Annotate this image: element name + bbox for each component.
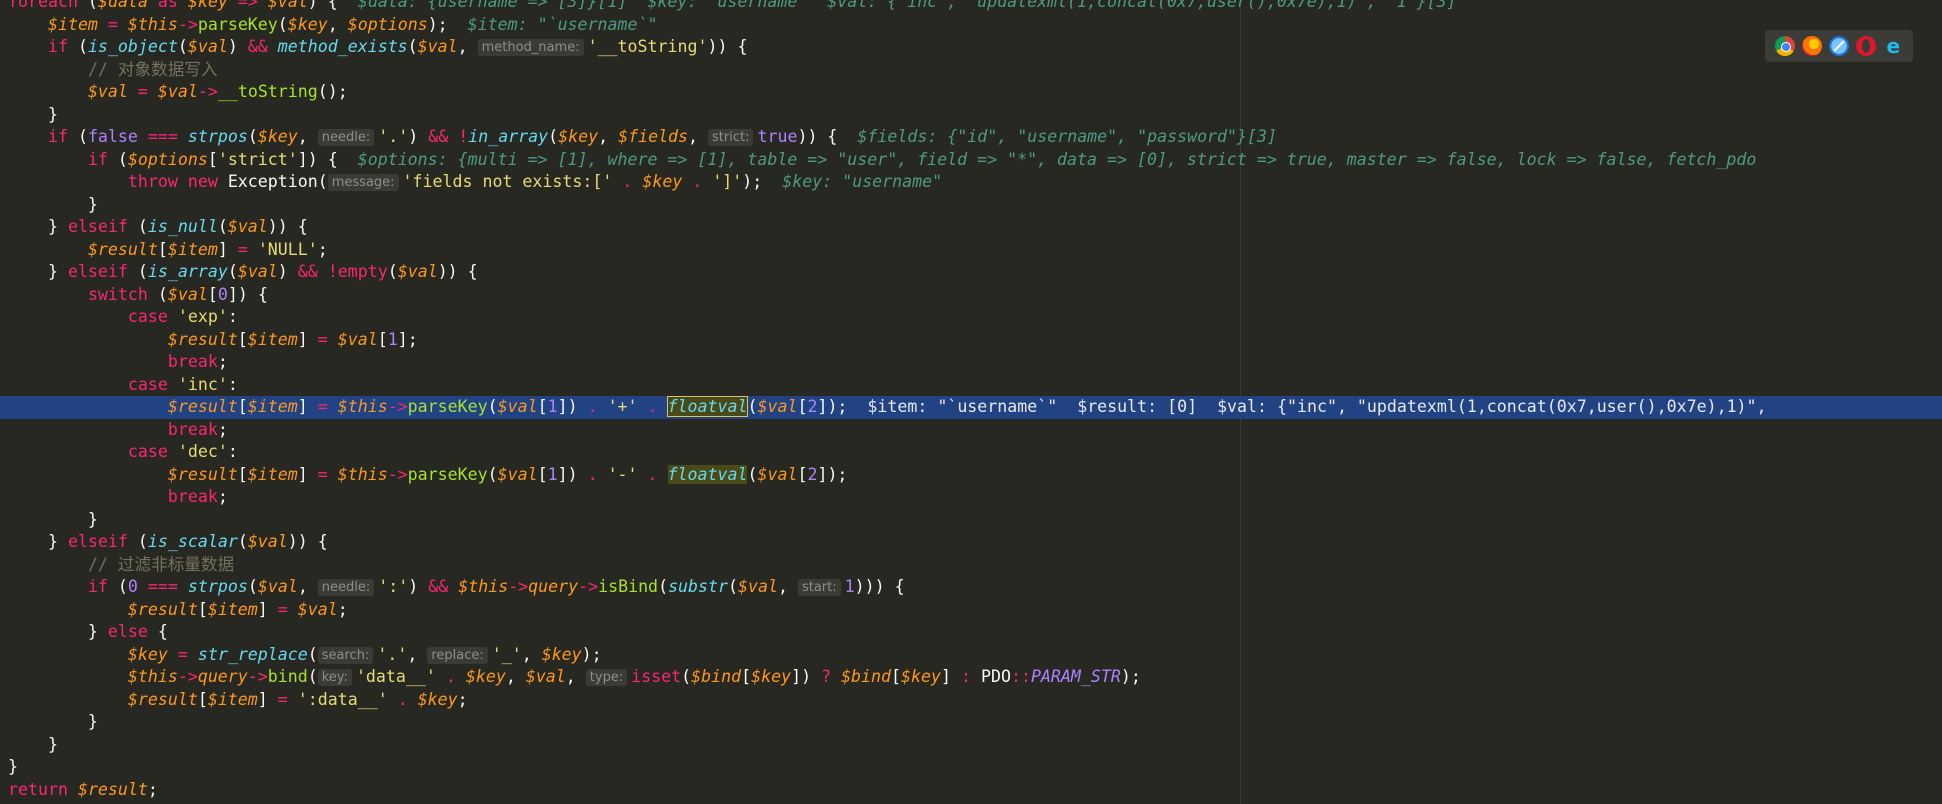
code-line: $result[$item] = $val;: [127, 599, 348, 619]
debug-inline-value: $key: "username": [782, 172, 943, 191]
parameter-hint: method_name:: [477, 39, 584, 56]
code-line: foreach ($data as $key => $val) { $data:…: [0, 0, 1942, 14]
code-comment: // 对象数据写入: [87, 59, 218, 79]
code-line: } elseif (is_scalar($val)) {: [8, 532, 328, 551]
chrome-icon[interactable]: [1774, 36, 1795, 56]
parameter-hint: start:: [797, 579, 841, 596]
current-execution-line: $result[$item] = $this->parseKey($val[1]…: [0, 396, 1942, 419]
code-line: if (0 === strpos($val, needle: ':') && $t…: [87, 577, 905, 596]
code-line: if ($options['strict']) { $options: {mul…: [87, 149, 1757, 169]
code-line: }: [8, 712, 98, 731]
opera-icon[interactable]: [1856, 36, 1877, 56]
code-line: }: [8, 509, 98, 529]
code-line: case 'exp':: [127, 307, 238, 326]
code-line: break;: [167, 487, 228, 506]
code-line: switch ($val[0]) {: [87, 284, 268, 304]
code-line: return $result;: [8, 779, 158, 799]
code-line: $this->query->bind(key:'data__' . $key, …: [127, 667, 1141, 686]
code-line: $result[$item] = $this->parseKey($val[1]…: [167, 464, 848, 484]
code-line: $result[$item] = 'NULL';: [87, 239, 328, 259]
code-line: // 过滤非标量数据: [0, 554, 1942, 577]
code-line: $item = $this->parseKey($key, $options);…: [47, 14, 658, 34]
debug-inline-value: $fields: {"id", "username", "password"}[…: [857, 127, 1277, 146]
code-line: } elseif (is_null($val)) {: [8, 217, 308, 236]
word-occurrence: floatval: [667, 464, 748, 484]
parameter-hint: message:: [327, 174, 399, 191]
code-line: case 'dec':: [127, 442, 238, 461]
code-line: }: [8, 734, 58, 754]
safari-icon[interactable]: [1828, 36, 1849, 56]
parameter-hint: replace:: [427, 646, 488, 664]
ie-icon[interactable]: e: [1883, 36, 1903, 56]
code-line: $result[$item] = $val[1];: [167, 329, 418, 349]
code-line: }: [8, 194, 98, 214]
code-line: case 'inc':: [127, 374, 238, 394]
firefox-icon[interactable]: [1801, 36, 1822, 56]
browser-preview-toolbar: e: [1765, 30, 1913, 62]
code-line: }: [8, 104, 58, 124]
parameter-hint: needle:: [317, 129, 375, 146]
code-line: $val = $val->__toString();: [87, 82, 348, 101]
debug-inline-value: $item: "`username`" $result: [0] $val: {…: [867, 397, 1767, 416]
code-line: throw new Exception(message:'fields not …: [127, 172, 943, 191]
code-editor[interactable]: foreach ($data as $key => $val) { $data:…: [0, 0, 1942, 804]
debug-inline-value: $data: {username => [3]}[1] $key: "usern…: [357, 0, 1457, 11]
code-line: $result[$item] = ':data__' . $key;: [127, 689, 468, 709]
parameter-hint: key:: [317, 669, 352, 686]
code-line: }: [8, 757, 18, 776]
parameter-hint: search:: [317, 646, 374, 664]
code-line: break;: [167, 419, 228, 439]
code-line: if (is_object($val) && method_exists($va…: [47, 37, 748, 56]
code-line: } else {: [8, 622, 168, 641]
parameter-hint: needle:: [317, 579, 375, 596]
code-line: $key = str_replace(search: '.', replace: '…: [127, 644, 602, 664]
code-comment: // 过滤非标量数据: [87, 554, 235, 574]
code-line: break;: [167, 352, 228, 371]
parameter-hint: type:: [585, 669, 628, 686]
parameter-hint: strict:: [708, 129, 754, 146]
code-line: // 对象数据写入: [0, 59, 1942, 82]
debug-inline-value: $options: {multi => [1], where => [1], t…: [357, 149, 1757, 169]
caret-word-occurrence: floatval: [666, 396, 749, 417]
debug-inline-value: $item: "`username`": [467, 14, 658, 34]
code-line: } elseif (is_array($val) && !empty($val)…: [8, 262, 478, 281]
code-line: if (false === strpos($key, needle: '.') &…: [47, 127, 1277, 146]
